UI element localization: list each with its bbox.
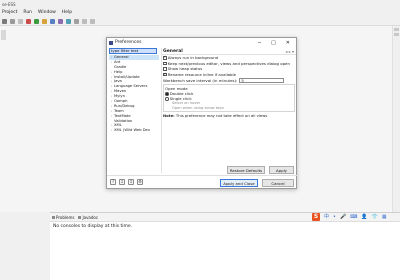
save-interval-row: Workbench save interval (in minutes): 5	[162, 77, 296, 83]
apply-and-close-button[interactable]: Apply and Close	[220, 179, 258, 187]
save-all-icon[interactable]	[18, 18, 23, 24]
button-separator	[107, 175, 297, 176]
settings-icon[interactable]: ⚙	[137, 179, 143, 185]
bottom-left-area	[0, 212, 50, 280]
apply-button[interactable]: Apply	[269, 166, 294, 174]
note-text: Note: This preference may not take effec…	[163, 113, 268, 119]
problems-icon	[52, 215, 55, 219]
new-package-icon[interactable]	[58, 18, 63, 24]
search-icon[interactable]	[74, 18, 79, 24]
dialog-bottom-icons: ? ↧ ↥ ⚙	[110, 179, 143, 185]
new-java-project-icon[interactable]	[50, 18, 55, 24]
tab-problems[interactable]: Problems	[52, 215, 74, 220]
dialog-titlebar: Preferences ─ □ ✕	[107, 38, 296, 47]
left-trim-stack[interactable]	[1, 30, 6, 40]
radio-button[interactable]	[165, 97, 169, 101]
cancel-button[interactable]: Cancel	[262, 179, 294, 187]
right-trim	[392, 26, 400, 212]
page-nav-arrows[interactable]: ◂ ▸ ▾	[285, 49, 296, 54]
menu-help[interactable]: Help	[62, 9, 72, 17]
main-toolbar	[0, 17, 400, 26]
open-mode-group: Open mode Double click Single click Sele…	[163, 84, 295, 113]
punctuation-icon[interactable]: •	[333, 214, 336, 221]
console-panel: Problems Javadoc No consoles to display …	[50, 212, 400, 280]
checkbox[interactable]	[163, 56, 167, 60]
ime-mode-icon[interactable]: 中	[324, 214, 329, 221]
export-icon[interactable]: ↥	[128, 179, 134, 185]
open-arrow-keys-option: Open when using arrow keys	[172, 105, 224, 110]
save-interval-label: Workbench save interval (in minutes):	[163, 77, 238, 83]
preferences-tree: › General › Ant Gradle › Help › Install/Upda…	[109, 55, 159, 133]
radio-button[interactable]	[165, 92, 169, 96]
checkbox[interactable]	[163, 67, 167, 71]
javadoc-icon	[78, 215, 82, 219]
menu-run[interactable]: Run	[23, 9, 32, 17]
tray-icons: S 中 • 🎤 ⌨ 👤 👕 ▦	[312, 213, 387, 221]
skin-icon[interactable]: 👕	[372, 214, 378, 221]
new-class-icon[interactable]	[66, 18, 71, 24]
checkbox[interactable]	[163, 72, 167, 77]
save-interval-input[interactable]: 5	[239, 77, 285, 83]
window-title: se-ESS	[0, 0, 400, 9]
filter-input[interactable]: type filter text	[109, 48, 157, 54]
page-title: General	[163, 48, 183, 54]
ide-window: se-ESS Project Run Window Help Problems …	[0, 0, 400, 280]
toolbox-icon[interactable]: ▦	[382, 214, 387, 221]
user-icon[interactable]: 👤	[361, 214, 367, 221]
preferences-dialog: Preferences ─ □ ✕ type filter text › Gene…	[106, 37, 297, 189]
menu-bar: Project Run Window Help	[0, 9, 400, 17]
external-tools-icon[interactable]	[42, 18, 47, 24]
minimize-icon[interactable]: ─	[258, 40, 261, 46]
sogou-ime-icon[interactable]: S	[312, 213, 320, 221]
keyboard-icon[interactable]: ⌨	[350, 214, 357, 221]
microphone-icon[interactable]: 🎤	[340, 214, 346, 221]
maximize-icon[interactable]: □	[271, 40, 276, 46]
menu-window[interactable]: Window	[38, 9, 56, 17]
console-message: No consoles to display at this time.	[53, 224, 133, 229]
dialog-title: Preferences	[115, 40, 142, 45]
tab-javadoc[interactable]: Javadoc	[78, 215, 98, 220]
import-icon[interactable]: ↧	[119, 179, 125, 185]
help-icon[interactable]: ?	[110, 179, 116, 185]
new-icon[interactable]	[2, 18, 7, 24]
restore-defaults-button[interactable]: Restore Defaults	[227, 166, 265, 174]
debug-icon[interactable]	[26, 18, 31, 24]
menu-project[interactable]: Project	[2, 9, 17, 17]
preferences-tree-panel: type filter text › General › Ant Gradle › H…	[109, 48, 159, 173]
tree-item-xml-wild-web[interactable]: › XML (Wild Web Dev	[109, 128, 159, 133]
nav-back-icon[interactable]	[82, 18, 87, 24]
option-keep-dialog-open[interactable]: Keep next/previous editor, views and per…	[162, 61, 296, 67]
page-header: General ◂ ▸ ▾	[162, 48, 296, 55]
eclipse-icon	[109, 40, 113, 45]
run-icon[interactable]	[34, 18, 39, 24]
close-icon[interactable]: ✕	[286, 40, 290, 46]
nav-forward-icon[interactable]	[90, 18, 95, 24]
save-icon[interactable]	[10, 18, 15, 24]
checkbox[interactable]	[163, 61, 167, 66]
preference-page: General ◂ ▸ ▾ Always run in background K…	[161, 48, 296, 173]
